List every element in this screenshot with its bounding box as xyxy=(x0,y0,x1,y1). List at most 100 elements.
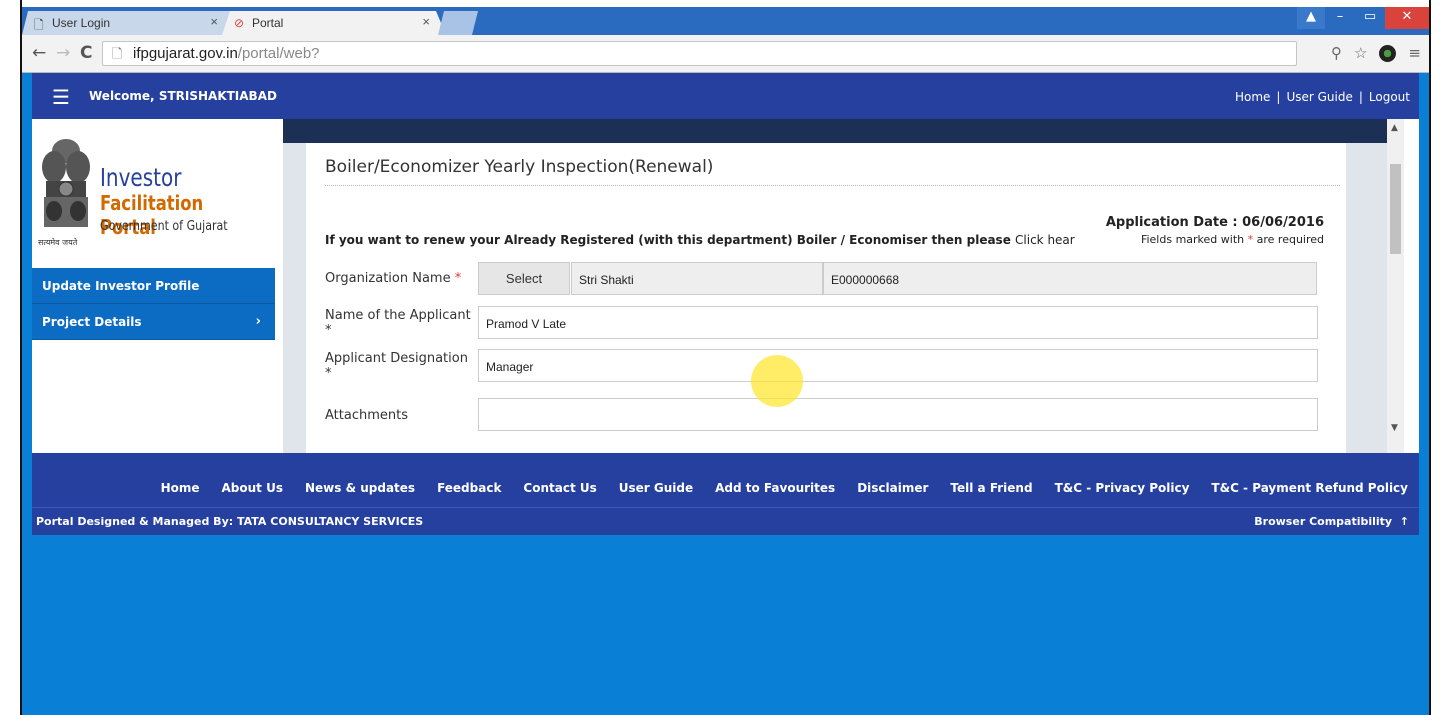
close-icon[interactable]: × xyxy=(210,14,218,29)
footer-divider xyxy=(32,507,1419,508)
browser-toolbar: ← → C 🗋 ifpgujarat.gov.in/portal/web? ⚲ … xyxy=(22,35,1429,73)
attachments-row: Attachments xyxy=(325,398,1325,432)
page-icon: 🗋 xyxy=(112,46,123,61)
designation-input[interactable]: Manager xyxy=(478,349,1318,382)
organization-row: Organization Name * Select Stri Shakti E… xyxy=(325,262,1325,296)
attachments-field[interactable] xyxy=(478,398,1318,431)
designation-label: Applicant Designation xyxy=(325,351,468,366)
organization-label: Organization Name * xyxy=(325,271,461,286)
scroll-thumb[interactable] xyxy=(1390,164,1401,254)
designation-row: Applicant Designation * Manager xyxy=(325,349,1325,389)
select-organization-button[interactable]: Select xyxy=(478,262,570,295)
minimize-icon[interactable]: – xyxy=(1325,7,1355,29)
footer-link-about[interactable]: About Us xyxy=(211,481,294,495)
click-here-link[interactable]: Click hear xyxy=(1015,233,1075,247)
attachments-label: Attachments xyxy=(325,408,408,423)
extension-icon[interactable]: ⚲ xyxy=(1331,44,1342,62)
applicant-row: Name of the Applicant * Pramod V Late xyxy=(325,306,1325,346)
footer-link-contact[interactable]: Contact Us xyxy=(512,481,607,495)
left-border xyxy=(0,0,22,715)
tab-user-login[interactable]: 🗋 User Login × xyxy=(22,11,234,35)
form-panel: Boiler/Economizer Yearly Inspection(Rene… xyxy=(306,143,1346,453)
scroll-down-icon[interactable]: ▼ xyxy=(1391,423,1398,433)
footer-link-favourites[interactable]: Add to Favourites xyxy=(704,481,846,495)
organization-code-field: E000000668 xyxy=(823,262,1317,295)
user-guide-link[interactable]: User Guide xyxy=(1286,90,1352,104)
close-icon[interactable]: × xyxy=(422,14,430,29)
renew-text: If you want to renew your Already Regist… xyxy=(325,233,1011,247)
required-asterisk: * xyxy=(454,271,462,286)
sidebar-item-label: Update Investor Profile xyxy=(42,279,200,293)
tab-portal[interactable]: ⊘ Portal × xyxy=(222,11,446,35)
tab-label: Portal xyxy=(252,16,284,30)
new-tab-button[interactable] xyxy=(438,11,478,35)
logo-motto: सत्यमेव जयते xyxy=(38,238,78,247)
content-scrollbar[interactable]: ▲ ▼ xyxy=(1387,119,1404,453)
address-bar[interactable]: 🗋 ifpgujarat.gov.in/portal/web? xyxy=(102,41,1297,66)
username: STRISHAKTIABAD xyxy=(158,89,277,103)
sidebar-item-project-details[interactable]: Project Details › xyxy=(32,304,275,340)
footer-link-news[interactable]: News & updates xyxy=(294,481,426,495)
state-emblem-icon xyxy=(42,139,90,227)
page-title: Boiler/Economizer Yearly Inspection(Rene… xyxy=(325,157,714,177)
portal-icon: ⊘ xyxy=(234,16,245,30)
organization-name-field: Stri Shakti xyxy=(571,262,823,295)
required-asterisk: * xyxy=(325,323,332,338)
arrow-up-icon: ↑ xyxy=(1395,515,1409,528)
title-divider xyxy=(325,185,1340,186)
footer-nav: Home About Us News & updates Feedback Co… xyxy=(150,481,1419,495)
footer-link-home[interactable]: Home xyxy=(150,481,211,495)
page-body: Investor Facilitation Portal Government … xyxy=(32,119,1419,453)
tab-label: User Login xyxy=(52,16,111,30)
footer-link-tell-friend[interactable]: Tell a Friend xyxy=(939,481,1043,495)
bookmark-star-icon[interactable]: ☆ xyxy=(1354,44,1367,62)
maximize-icon[interactable]: ▭ xyxy=(1355,7,1385,29)
required-asterisk: * xyxy=(1247,233,1254,246)
required-note-post: are required xyxy=(1256,233,1324,246)
logo-government: Government of Gujarat xyxy=(100,219,228,234)
hamburger-menu-icon[interactable]: ☰ xyxy=(52,85,70,109)
back-icon[interactable]: ← xyxy=(32,43,46,63)
application-date: Application Date : 06/06/2016 xyxy=(1105,215,1324,230)
logo-title: Investor xyxy=(100,163,182,192)
required-note-pre: Fields marked with xyxy=(1140,233,1245,246)
home-link[interactable]: Home xyxy=(1235,90,1270,104)
compat-label: Browser Compatibility xyxy=(1254,515,1393,528)
sidebar-item-label: Project Details xyxy=(42,315,142,329)
browser-window: 🗋 User Login × ⊘ Portal × ▲ – ▭ ✕ ← → C … xyxy=(22,7,1429,715)
page-icon: 🗋 xyxy=(34,18,44,32)
forward-icon[interactable]: → xyxy=(56,43,70,63)
footer-link-refund[interactable]: T&C - Payment Refund Policy xyxy=(1200,481,1419,495)
footer-link-privacy[interactable]: T&C - Privacy Policy xyxy=(1044,481,1201,495)
close-window-icon[interactable]: ✕ xyxy=(1385,7,1429,29)
welcome-text: Welcome, STRISHAKTIABAD xyxy=(89,89,277,103)
chevron-right-icon: › xyxy=(255,314,261,329)
footer-link-disclaimer[interactable]: Disclaimer xyxy=(846,481,939,495)
sidebar-item-update-profile[interactable]: Update Investor Profile xyxy=(32,268,275,304)
header-links: Home | User Guide | Logout xyxy=(1234,90,1410,104)
reload-icon[interactable]: C xyxy=(80,43,92,63)
logout-link[interactable]: Logout xyxy=(1369,90,1410,104)
tab-strip: 🗋 User Login × ⊘ Portal × ▲ – ▭ ✕ xyxy=(22,7,1429,35)
browser-compatibility-link[interactable]: Browser Compatibility ↑ xyxy=(1254,515,1409,528)
menu-icon[interactable]: ≡ xyxy=(1408,44,1421,62)
screen: 🗋 User Login × ⊘ Portal × ▲ – ▭ ✕ ← → C … xyxy=(0,0,1449,715)
required-note: Fields marked with * are required xyxy=(1141,233,1324,246)
right-border xyxy=(1429,0,1449,715)
content-topbar xyxy=(283,119,1387,143)
applicant-label: Name of the Applicant xyxy=(325,308,471,323)
url-host: ifpgujarat.gov.in xyxy=(133,45,238,62)
footer-link-feedback[interactable]: Feedback xyxy=(426,481,512,495)
applicant-name-input[interactable]: Pramod V Late xyxy=(478,306,1318,339)
portal-logo[interactable]: Investor Facilitation Portal Government … xyxy=(32,119,282,269)
window-controls: ▲ – ▭ ✕ xyxy=(1297,7,1429,29)
footer-link-user-guide[interactable]: User Guide xyxy=(608,481,704,495)
renew-instructions: If you want to renew your Already Regist… xyxy=(325,233,1075,247)
scroll-up-icon[interactable]: ▲ xyxy=(1391,123,1398,133)
chrome-extension-icon[interactable] xyxy=(1379,44,1397,62)
sidebar: Update Investor Profile Project Details … xyxy=(32,268,275,340)
user-icon[interactable]: ▲ xyxy=(1297,7,1325,29)
footer-credits: Portal Designed & Managed By: TATA CONSU… xyxy=(36,515,424,528)
site-header: ☰ Welcome, STRISHAKTIABAD Home | User Guid… xyxy=(32,73,1419,119)
site-footer: Home About Us News & updates Feedback Co… xyxy=(32,453,1419,535)
